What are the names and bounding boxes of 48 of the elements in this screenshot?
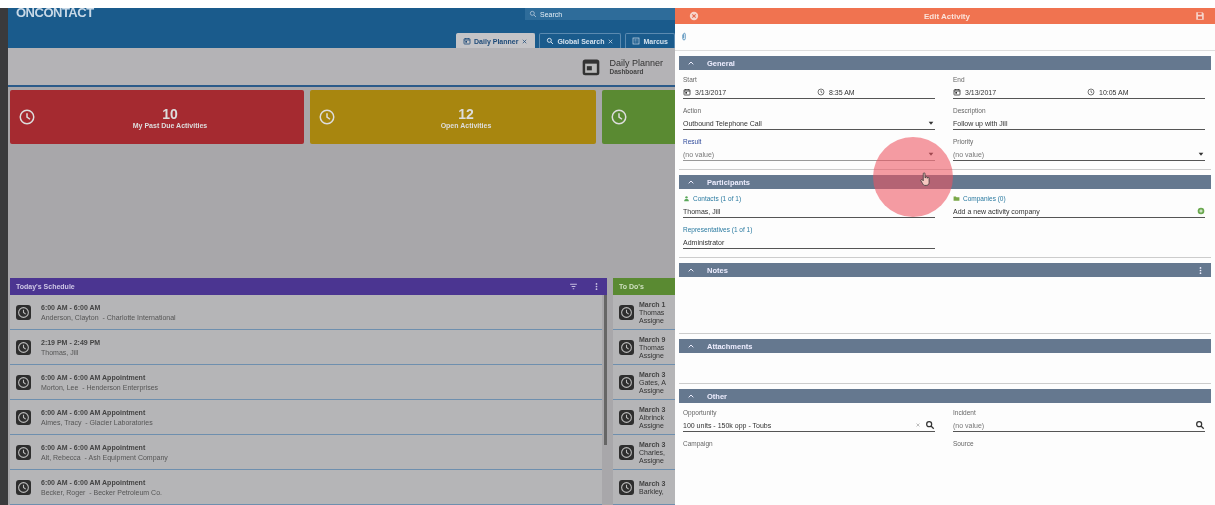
clock-icon xyxy=(16,374,31,390)
app-logo: ONCONTACT xyxy=(16,8,94,17)
search-icon[interactable] xyxy=(1195,420,1205,430)
save-icon[interactable] xyxy=(1195,11,1205,21)
calendar-icon xyxy=(463,37,472,45)
clock-icon xyxy=(619,479,634,495)
caret-icon xyxy=(927,150,935,158)
caret-icon xyxy=(1197,150,1205,158)
chevron-up-icon xyxy=(687,59,695,67)
paperclip-icon[interactable] xyxy=(679,31,689,43)
clock-icon xyxy=(18,108,36,126)
calendar-icon[interactable] xyxy=(683,88,691,96)
chevron-up-icon xyxy=(687,392,695,400)
tile-count: 10 xyxy=(162,105,178,122)
add-icon[interactable] xyxy=(1197,207,1205,215)
clock-icon xyxy=(610,108,628,126)
clock-icon xyxy=(318,108,336,126)
clock-icon xyxy=(16,304,31,320)
search-icon[interactable] xyxy=(925,420,935,430)
close-icon[interactable] xyxy=(689,11,699,21)
caret-icon xyxy=(927,119,935,127)
stat-tile[interactable] xyxy=(602,90,675,144)
clock-icon xyxy=(619,339,634,355)
tile-count: 12 xyxy=(458,105,474,122)
search-icon xyxy=(529,10,537,18)
search-icon xyxy=(546,37,555,45)
clock-icon xyxy=(16,444,31,460)
clock-icon xyxy=(16,409,31,425)
person-icon xyxy=(683,195,690,202)
clock-icon xyxy=(619,304,634,320)
page-title: Daily Planner xyxy=(609,58,663,68)
chevron-up-icon xyxy=(687,178,695,186)
clock-icon xyxy=(16,339,31,355)
close-icon[interactable] xyxy=(521,37,529,45)
clock-icon xyxy=(16,479,31,495)
dialog-title: Edit Activity xyxy=(923,11,971,21)
hand-cursor-icon xyxy=(918,171,932,187)
clock-icon xyxy=(619,444,634,460)
clock-icon[interactable] xyxy=(817,88,825,96)
chevron-up-icon xyxy=(687,342,695,350)
filter-icon[interactable] xyxy=(569,282,578,291)
clock-icon xyxy=(619,409,634,425)
calendar-icon[interactable] xyxy=(953,88,961,96)
building-icon xyxy=(632,37,641,45)
clock-icon[interactable] xyxy=(1087,88,1095,96)
clock-icon xyxy=(619,374,634,390)
folder-icon xyxy=(953,195,960,202)
chevron-up-icon xyxy=(687,266,695,274)
